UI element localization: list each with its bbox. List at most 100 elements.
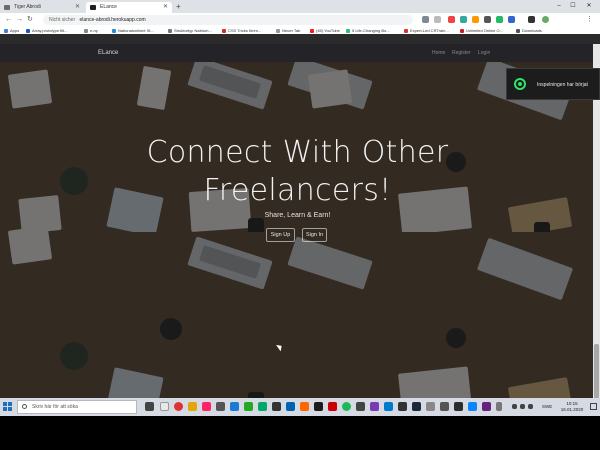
app-icon[interactable] (454, 402, 463, 411)
app-icon[interactable] (328, 402, 337, 411)
search-placeholder: Skriv här för att söka (32, 404, 78, 410)
bookmark-item[interactable]: Unlimited Online O... (460, 27, 503, 34)
scrollbar-thumb[interactable] (594, 344, 599, 404)
reload-button[interactable]: ↻ (27, 15, 33, 25)
bookmark-icon (346, 28, 350, 33)
app-icon[interactable] (272, 402, 281, 411)
key-icon[interactable] (422, 16, 429, 23)
app-icon[interactable] (398, 402, 407, 411)
bookmark-item[interactable]: CSS Tricks förén... (222, 27, 261, 34)
edge-icon[interactable] (230, 402, 239, 411)
nav-home[interactable]: Home (432, 44, 445, 62)
bookmark-item[interactable]: Nationalonlineé St... (112, 27, 154, 34)
close-window-button[interactable]: ✕ (582, 0, 596, 12)
bookmark-item[interactable]: Neuer Tab (276, 27, 300, 34)
bookmark-item[interactable]: 5 Life-Changing Bo... (346, 27, 390, 34)
tab-tiger-abrodi[interactable]: Tiger Abrodi ✕ (0, 2, 84, 13)
forward-button[interactable]: → (16, 15, 23, 25)
app-icon[interactable] (468, 402, 477, 411)
app-icon[interactable] (356, 402, 365, 411)
app-icon[interactable] (160, 402, 169, 411)
extension-icon[interactable] (460, 16, 467, 23)
notification-icon[interactable] (590, 403, 597, 410)
bookmark-icon (460, 28, 464, 33)
address-bar[interactable]: Nicht sicher elance-abrodi.herokuapp.com (43, 15, 413, 25)
profile-avatar[interactable] (542, 16, 549, 23)
youtube-icon (310, 28, 314, 33)
terminal-icon[interactable] (314, 402, 323, 411)
task-view-icon[interactable] (145, 402, 154, 411)
windows-taskbar: Skriv här för att söka SWE 10:15 16.01.2… (0, 398, 600, 416)
browser-tab-strip: Tiger Abrodi ✕ ELance ✕ + – ☐ ✕ (0, 0, 600, 13)
bookmark-icon (168, 28, 172, 33)
chrome-icon[interactable] (174, 402, 183, 411)
app-icon[interactable] (216, 402, 225, 411)
back-button[interactable]: ← (5, 15, 12, 25)
steam-icon[interactable] (412, 402, 421, 411)
app-icon[interactable] (496, 402, 502, 411)
record-icon (514, 78, 526, 90)
bookmark-icon (404, 28, 408, 33)
site-brand[interactable]: ELance (98, 44, 118, 62)
app-icon[interactable] (258, 402, 267, 411)
chevron-up-icon[interactable] (512, 404, 517, 409)
favicon-icon (4, 5, 10, 10)
recording-notification[interactable]: Inspelningen har börjat (506, 68, 600, 100)
folder-icon[interactable] (188, 402, 197, 411)
sign-in-button[interactable]: Sign In (302, 228, 327, 242)
close-tab-icon[interactable]: ✕ (163, 2, 168, 13)
volume-icon[interactable] (528, 404, 533, 409)
language-indicator[interactable]: SWE (542, 398, 552, 416)
bookmark-item[interactable]: Array.prototype.filt... (26, 27, 68, 34)
app-icon[interactable] (370, 402, 379, 411)
app-icon[interactable] (286, 402, 295, 411)
app-icon[interactable] (244, 402, 253, 411)
apps-icon (4, 28, 8, 33)
star-icon[interactable] (434, 16, 441, 23)
firefox-icon[interactable] (300, 402, 309, 411)
extension-icon[interactable] (508, 16, 515, 23)
minimize-button[interactable]: – (552, 0, 566, 12)
close-tab-icon[interactable]: ✕ (75, 2, 80, 13)
new-tab-button[interactable]: + (176, 2, 181, 12)
menu-icon[interactable]: ⋮ (586, 15, 593, 25)
app-icon[interactable] (440, 402, 449, 411)
nav-login[interactable]: Login (478, 44, 490, 62)
hero-title: Connect With Other Freelancers! (146, 135, 449, 208)
visual-studio-icon[interactable] (482, 402, 491, 411)
clock-date: 16.01.2020 (560, 407, 584, 412)
tab-title: ELance (100, 4, 117, 10)
app-icon[interactable] (202, 402, 211, 411)
bookmark-item[interactable]: Strukturtyp Natrium... (168, 27, 212, 34)
spotify-icon[interactable] (342, 402, 351, 411)
vscode-icon[interactable] (384, 402, 393, 411)
bookmark-item[interactable]: Downloads (516, 27, 542, 34)
network-icon[interactable] (520, 404, 525, 409)
extension-icon[interactable] (448, 16, 455, 23)
search-icon (22, 404, 27, 409)
extension-icon[interactable] (472, 16, 479, 23)
bookmarks-bar: Apps Array.prototype.filt... e-ny Nation… (0, 27, 600, 34)
nav-register[interactable]: Register (452, 44, 471, 62)
site-navbar: ELance Home Register Login (0, 44, 600, 62)
start-button[interactable] (3, 402, 13, 412)
maximize-button[interactable]: ☐ (566, 0, 580, 12)
app-icon[interactable] (426, 402, 435, 411)
not-secure-label: Nicht sicher (49, 17, 76, 23)
taskbar-search-input[interactable]: Skriv här för att söka (17, 400, 137, 414)
bookmark-item[interactable]: e-ny (84, 27, 98, 34)
bookmark-icon (26, 28, 30, 33)
bookmark-icon (112, 28, 116, 33)
extension-icon[interactable] (484, 16, 491, 23)
bookmark-apps[interactable]: Apps (4, 27, 19, 34)
bookmark-item[interactable]: Expert-Led CRTrain... (404, 27, 449, 34)
extension-icon[interactable] (496, 16, 503, 23)
hero-section: Connect With Other Freelancers! Share, L… (0, 62, 600, 416)
sign-up-button[interactable]: Sign Up (266, 228, 295, 242)
browser-toolbar: ← → ↻ Nicht sicher elance-abrodi.herokua… (0, 13, 600, 27)
bookmark-item[interactable]: (45) YouTube (310, 27, 340, 34)
extension-icon[interactable] (528, 16, 535, 23)
bookmark-icon (276, 28, 280, 33)
taskbar-clock[interactable]: 10:15 16.01.2020 (556, 401, 588, 413)
tab-elance[interactable]: ELance ✕ (86, 2, 172, 13)
